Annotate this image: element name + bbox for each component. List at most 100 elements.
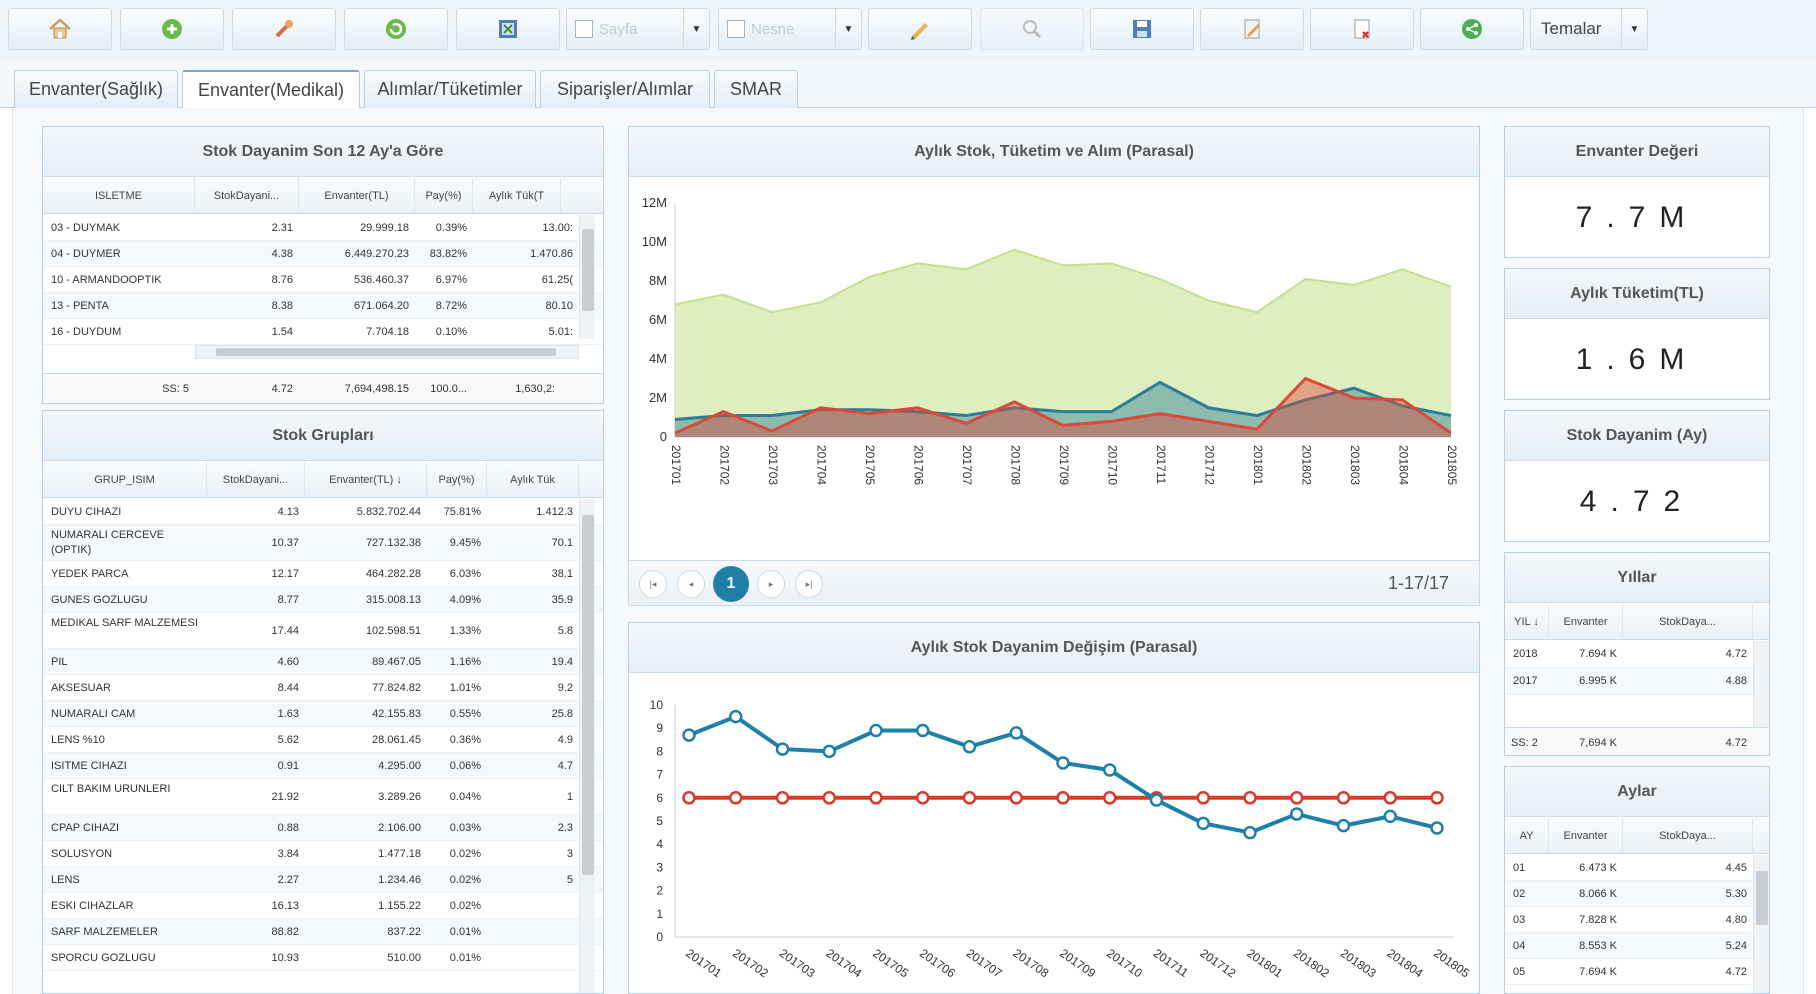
vertical-scrollbar[interactable] — [579, 215, 595, 339]
table-row[interactable]: 02 8.066 K 5.30 — [1505, 881, 1769, 907]
column-header[interactable]: Envanter — [1549, 818, 1623, 854]
horizontal-scrollbar[interactable] — [195, 345, 579, 359]
sayfa-dropdown[interactable]: Sayfa ▼ — [566, 8, 710, 50]
data-point — [1336, 791, 1351, 805]
y-tick-label: 2M — [649, 390, 667, 405]
table-row[interactable]: 04 8.553 K 5.24 — [1505, 933, 1769, 959]
nesne-checkbox[interactable] — [727, 20, 745, 38]
table-cell: 6.473 K — [1579, 862, 1617, 874]
table-row[interactable]: LENS 2.27 1.234.46 0.02% 5 — [43, 867, 603, 893]
table-cell: 1.33% — [449, 625, 481, 637]
first-page-button[interactable]: |◂ — [639, 570, 667, 598]
table-row[interactable]: PIL 4.60 89.467.05 1.16% 19.4 — [43, 649, 603, 675]
y-tick-label: 10 — [650, 698, 664, 712]
next-page-button[interactable]: ▸ — [757, 570, 785, 598]
data-point — [729, 791, 743, 805]
footer-cell: 100.0... — [430, 383, 467, 395]
table-row[interactable]: DUYU CIHAZI 4.13 5.832.702.44 75.81% 1.412.3 — [43, 499, 603, 525]
vertical-scrollbar[interactable] — [1753, 855, 1769, 993]
home-button[interactable] — [8, 8, 112, 50]
table-row[interactable]: 05 7.694 K 4.72 — [1505, 959, 1769, 985]
column-header[interactable]: Pay(%) — [415, 178, 473, 214]
column-header[interactable]: Envanter(TL) ↓ — [305, 462, 427, 498]
table-row[interactable]: MEDIKAL SARF MALZEMESI 17.44 102.598.51 1.3… — [43, 613, 603, 649]
table-cell: 102.598.51 — [365, 625, 421, 637]
table-row[interactable]: ESKI CIHAZLAR 16.13 1.155.22 0.02% — [43, 893, 603, 919]
data-point — [775, 791, 790, 805]
table-row[interactable]: 2018 7.694 K 4.72 — [1505, 641, 1769, 668]
table-cell: 1.470.86 — [530, 248, 573, 260]
chevron-down-icon[interactable]: ▼ — [1621, 9, 1647, 49]
column-header[interactable]: StokDaya... — [1623, 818, 1753, 854]
save-button[interactable] — [1090, 8, 1194, 50]
scrollbar-thumb[interactable] — [582, 515, 594, 875]
table-row[interactable]: CILT BAKIM URUNLERI 21.92 3.289.26 0.04% 1 — [43, 779, 603, 815]
table-row[interactable]: ISITME CIHAZI 0.91 4.295.00 0.06% 4.7 — [43, 753, 603, 779]
excel-button[interactable] — [456, 8, 560, 50]
column-header[interactable]: YIL ↓ — [1505, 604, 1549, 640]
table-row[interactable]: 04 - DUYMER 4.38 6.449.270.23 83.82% 1.470.8… — [43, 241, 603, 267]
column-header[interactable]: ISLETME — [43, 178, 195, 214]
tab-smar[interactable]: SMAR — [714, 70, 798, 108]
table-row[interactable]: NUMARALI CERCEVE (OPTIK) 10.37 727.132.38 9… — [43, 525, 603, 561]
table-row[interactable]: GUNES GOZLUGU 8.77 315.008.13 4.09% 35.9 — [43, 587, 603, 613]
table-cell: 4.72 — [1725, 648, 1747, 660]
column-header[interactable]: GRUP_ISIM — [43, 462, 207, 498]
column-header[interactable]: StokDayani... — [195, 178, 299, 214]
table-row[interactable]: 01 6.473 K 4.45 — [1505, 855, 1769, 881]
tools-button[interactable] — [232, 8, 336, 50]
table-row[interactable]: YEDEK PARCA 12.17 464.282.28 6.03% 38.1 — [43, 561, 603, 587]
column-header[interactable]: Aylık Tük(T — [473, 178, 561, 214]
chevron-down-icon[interactable]: ▼ — [835, 9, 861, 49]
scrollbar-thumb[interactable] — [582, 229, 594, 311]
column-header[interactable]: StokDaya... — [1623, 604, 1753, 640]
table-row[interactable]: SOLUSYON 3.84 1.477.18 0.02% 3 — [43, 841, 603, 867]
table-row[interactable]: CPAP CIHAZI 0.88 2.106.00 0.03% 2.3 — [43, 815, 603, 841]
table-row[interactable]: 03 - DUYMAK 2.31 29.999.18 0.39% 13.00: — [43, 215, 603, 241]
column-header[interactable]: Envanter(TL) — [299, 178, 415, 214]
table-row[interactable]: 03 7.828 K 4.80 — [1505, 907, 1769, 933]
table-row[interactable]: AKSESUAR 8.44 77.824.82 1.01% 9.2 — [43, 675, 603, 701]
scrollbar-thumb[interactable] — [1756, 871, 1768, 925]
column-header[interactable]: AY — [1505, 818, 1549, 854]
column-header[interactable]: Envanter — [1549, 604, 1623, 640]
table-row[interactable]: SARF MALZEMELER 88.82 837.22 0.01% — [43, 919, 603, 945]
table-row[interactable]: NUMARALI CAM 1.63 42.155.83 0.55% 25.8 — [43, 701, 603, 727]
add-button[interactable] — [120, 8, 224, 50]
table-cell — [487, 919, 579, 945]
zoom-button[interactable] — [980, 8, 1084, 50]
home-icon — [49, 18, 71, 39]
table-row[interactable]: 16 - DUYDUM 1.54 7.704.18 0.10% 5.01: — [43, 319, 603, 345]
data-point — [869, 723, 883, 738]
vertical-scrollbar[interactable] — [1753, 641, 1769, 727]
table-row[interactable]: SPORCU GOZLUGU 10.93 510.00 0.01% — [43, 945, 603, 971]
pen-button[interactable] — [868, 8, 972, 50]
column-header[interactable]: Pay(%) — [427, 462, 487, 498]
refresh-button[interactable] — [344, 8, 448, 50]
last-page-button[interactable]: ▸| — [795, 570, 823, 598]
vertical-scrollbar[interactable] — [579, 499, 595, 993]
column-header[interactable]: Aylık Tük — [487, 462, 579, 498]
pdf-button[interactable] — [1310, 8, 1414, 50]
current-page[interactable]: 1 — [713, 566, 749, 602]
x-tick-label: 201804 — [1396, 445, 1410, 485]
chevron-down-icon[interactable]: ▼ — [683, 9, 709, 49]
y-tick-label: 4 — [656, 837, 663, 851]
scrollbar-thumb[interactable] — [216, 348, 556, 356]
sayfa-checkbox[interactable] — [575, 20, 593, 38]
temalar-dropdown[interactable]: Temalar ▼ — [1530, 8, 1648, 50]
table-row[interactable]: 10 - ARMANDOOPTIK 8.76 536.460.37 6.97% 61.2… — [43, 267, 603, 293]
tab-envanter-saglik[interactable]: Envanter(Sağlık) — [14, 70, 178, 108]
data-point — [1243, 825, 1257, 840]
share-button[interactable] — [1420, 8, 1524, 50]
table-row[interactable]: 2017 6.995 K 4.88 — [1505, 668, 1769, 695]
nesne-dropdown[interactable]: Nesne ▼ — [718, 8, 862, 50]
table-row[interactable]: LENS %10 5.62 28.061.45 0.36% 4.9 — [43, 727, 603, 753]
tab-siparisler-alimlar[interactable]: Siparişler/Alımlar — [540, 70, 710, 108]
tab-envanter-medikal[interactable]: Envanter(Medikal) — [182, 70, 360, 109]
edit-button[interactable] — [1200, 8, 1304, 50]
prev-page-button[interactable]: ◂ — [677, 570, 705, 598]
tab-alimlar-tuketimler[interactable]: Alımlar/Tüketimler — [364, 70, 536, 108]
table-row[interactable]: 13 - PENTA 8.38 671.064.20 8.72% 80.10 — [43, 293, 603, 319]
column-header[interactable]: StokDayani... — [207, 462, 305, 498]
